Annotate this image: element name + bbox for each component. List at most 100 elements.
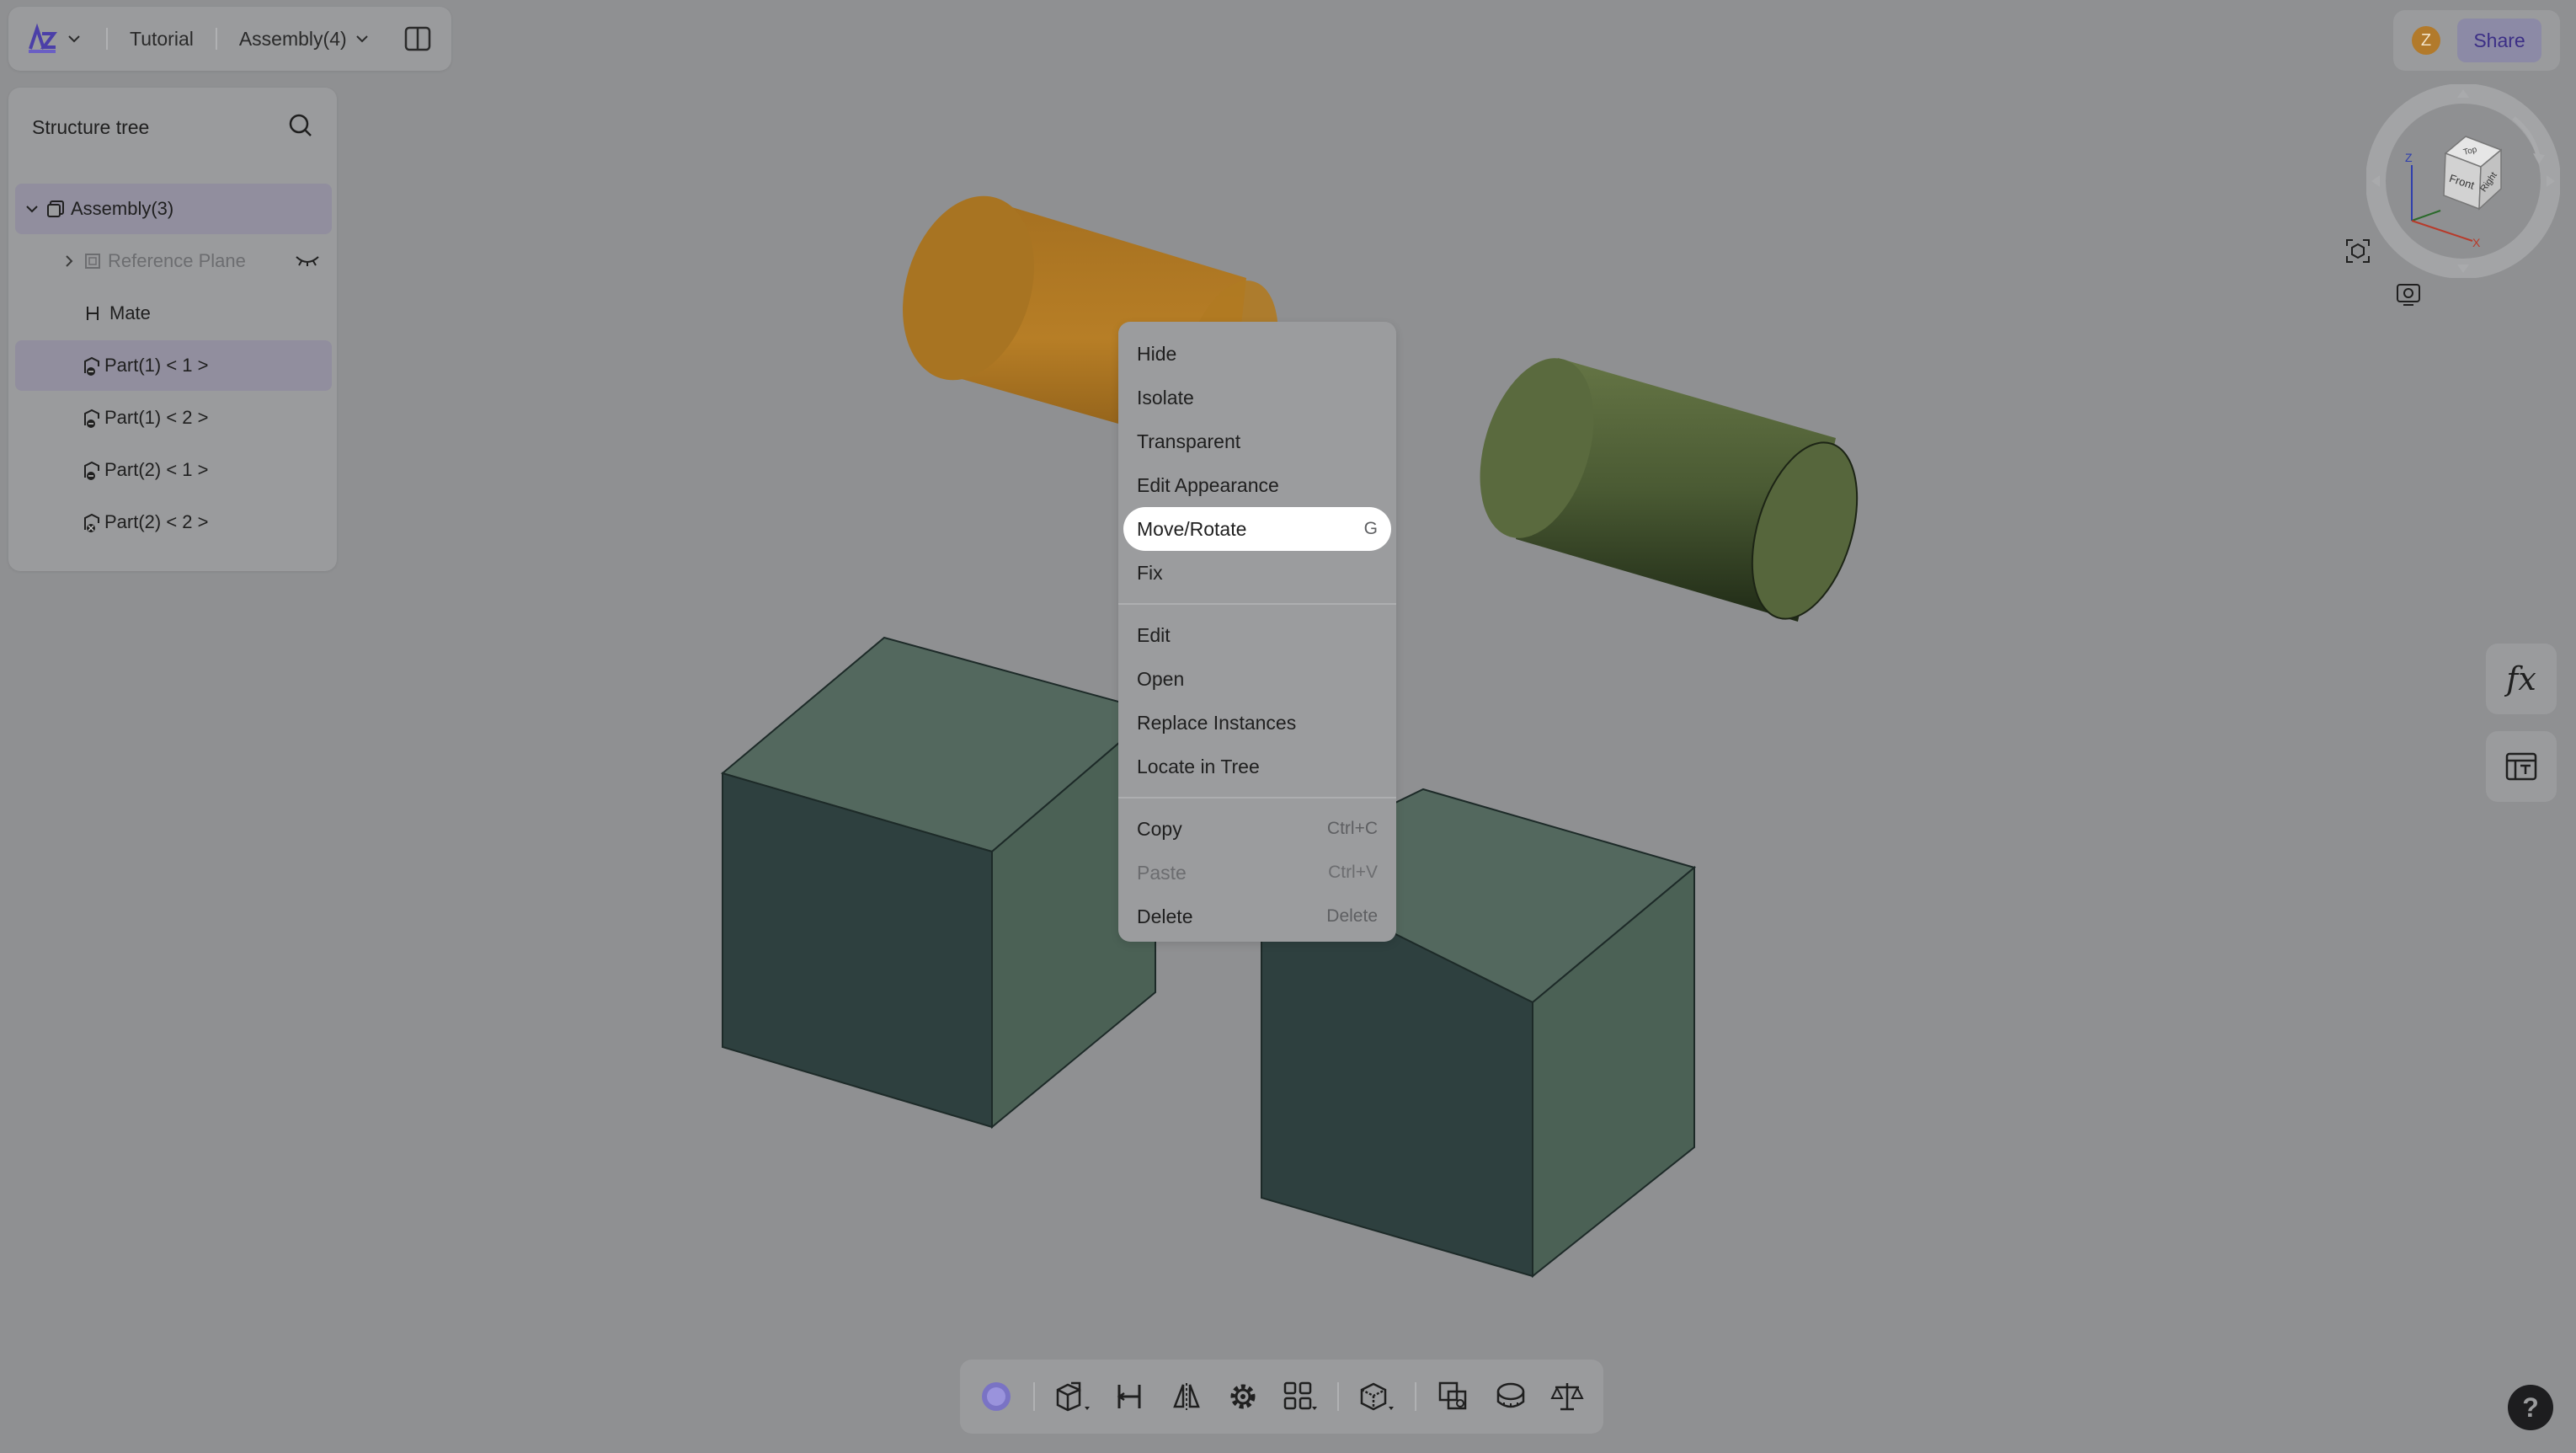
divider: [215, 28, 217, 50]
menu-item-copy[interactable]: Copy Ctrl+C: [1123, 807, 1391, 851]
display-mode-icon[interactable]: [1357, 1377, 1395, 1416]
tree-item-part1-1[interactable]: Part(1) < 1 >: [15, 340, 332, 391]
menu-item-label: Isolate: [1137, 386, 1194, 409]
gear-icon[interactable]: [1224, 1377, 1262, 1416]
menu-item-label: Replace Instances: [1137, 711, 1297, 734]
part-icon: [81, 406, 104, 430]
chevron-down-icon[interactable]: [20, 197, 44, 221]
mate-icon: [81, 302, 104, 325]
menu-item-open[interactable]: Open: [1123, 657, 1391, 701]
share-button[interactable]: Share: [2457, 19, 2541, 62]
divider: [106, 28, 108, 50]
tree-item-part1-2[interactable]: Part(1) < 2 >: [15, 393, 332, 443]
tree-item-label: Mate: [109, 302, 151, 323]
tree-item-label: Part(2) < 2 >: [104, 511, 209, 532]
mass-properties-icon[interactable]: [1549, 1377, 1587, 1416]
insert-part-icon[interactable]: [1053, 1377, 1091, 1416]
app-logo-icon[interactable]: [25, 22, 59, 56]
menu-item-shortcut: Ctrl+V: [1328, 863, 1378, 882]
table-button[interactable]: [2486, 731, 2557, 802]
avatar[interactable]: Z: [2412, 26, 2440, 55]
view-settings-icon[interactable]: [2390, 276, 2427, 313]
menu-item-label: Paste: [1137, 861, 1187, 884]
select-mode-icon[interactable]: [977, 1377, 1015, 1416]
chevron-down-icon[interactable]: [352, 29, 372, 49]
menu-divider: [1118, 797, 1396, 799]
part2-instance1-box[interactable]: [720, 636, 1158, 1130]
fit-view-icon[interactable]: [2339, 232, 2376, 270]
menu-item-label: Edit: [1137, 623, 1171, 646]
menu-item-paste[interactable]: Paste Ctrl+V: [1123, 851, 1391, 895]
menu-item-label: Locate in Tree: [1137, 755, 1260, 777]
structure-tree-panel: Structure tree Assembly(3) Reference Pla…: [8, 88, 337, 571]
axis-y: [2411, 210, 2441, 222]
menu-item-delete[interactable]: Delete Delete: [1123, 895, 1391, 938]
bottom-toolbar: [960, 1360, 1603, 1434]
menu-item-label: Hide: [1137, 342, 1177, 365]
top-navigation-bar: Tutorial Assembly(4): [8, 7, 451, 71]
panel-toggle-icon[interactable]: [401, 22, 435, 56]
menu-item-label: Open: [1137, 667, 1185, 690]
pattern-icon[interactable]: [1281, 1377, 1319, 1416]
chevron-down-icon[interactable]: [64, 29, 84, 49]
divider: [1414, 1382, 1416, 1411]
menu-item-label: Edit Appearance: [1137, 473, 1279, 496]
menu-item-edit[interactable]: Edit: [1123, 613, 1391, 657]
menu-item-edit-appearance[interactable]: Edit Appearance: [1123, 463, 1391, 507]
menu-item-label: Transparent: [1137, 430, 1241, 452]
tree-item-assembly[interactable]: Assembly(3): [15, 184, 332, 234]
menu-item-move-rotate[interactable]: Move/Rotate G: [1123, 507, 1391, 551]
reference-plane-icon: [81, 249, 104, 273]
menu-item-shortcut: Delete: [1326, 906, 1378, 926]
breadcrumb-assembly[interactable]: Assembly(4): [239, 28, 347, 51]
part1-instance2-cylinder[interactable]: [1460, 345, 1877, 632]
mirror-icon[interactable]: [1167, 1377, 1205, 1416]
search-icon[interactable]: [288, 113, 313, 142]
menu-divider: [1118, 603, 1396, 605]
table-icon: [2505, 752, 2537, 781]
eye-closed-icon[interactable]: [295, 250, 320, 272]
context-menu: Hide Isolate Transparent Edit Appearance…: [1118, 322, 1396, 942]
menu-item-locate-in-tree[interactable]: Locate in Tree: [1123, 745, 1391, 788]
help-button[interactable]: ?: [2508, 1385, 2553, 1430]
menu-item-isolate[interactable]: Isolate: [1123, 376, 1391, 419]
formula-button[interactable]: fx: [2486, 644, 2557, 714]
menu-item-label: Fix: [1137, 561, 1163, 584]
part-icon: [81, 354, 104, 377]
tree-item-label: Reference Plane: [108, 250, 246, 271]
menu-item-label: Copy: [1137, 817, 1182, 840]
chevron-right-icon[interactable]: [57, 249, 81, 273]
axis-z-label: Z: [2405, 151, 2413, 164]
tree-item-reference-plane[interactable]: Reference Plane: [15, 236, 332, 286]
tree-item-label: Assembly(3): [71, 198, 174, 219]
menu-item-hide[interactable]: Hide: [1123, 332, 1391, 376]
tree-item-label: Part(1) < 1 >: [104, 355, 209, 376]
measure-icon[interactable]: [1491, 1377, 1529, 1416]
menu-item-fix[interactable]: Fix: [1123, 551, 1391, 595]
view-cube[interactable]: Top Front Right Z X: [2366, 84, 2560, 278]
mate-tool-icon[interactable]: [1111, 1377, 1149, 1416]
tree-item-part2-1[interactable]: Part(2) < 1 >: [15, 445, 332, 495]
structure-tree-title: Structure tree: [32, 115, 150, 138]
menu-item-replace-instances[interactable]: Replace Instances: [1123, 701, 1391, 745]
breadcrumb-tutorial[interactable]: Tutorial: [130, 28, 194, 51]
part-icon: [81, 458, 104, 482]
menu-item-label: Delete: [1137, 905, 1193, 927]
axis-x-label: X: [2472, 236, 2481, 249]
menu-item-transparent[interactable]: Transparent: [1123, 419, 1391, 463]
tree-item-label: Part(2) < 1 >: [104, 459, 209, 480]
menu-item-shortcut: G: [1363, 519, 1378, 538]
axis-x: [2411, 220, 2473, 242]
part-fixed-icon: [81, 510, 104, 534]
tree-item-mate[interactable]: Mate: [15, 288, 332, 339]
share-bar: Z Share: [2393, 10, 2560, 71]
divider: [1337, 1382, 1340, 1411]
menu-item-label: Move/Rotate: [1137, 517, 1247, 540]
divider: [1033, 1382, 1036, 1411]
tree-item-part2-2[interactable]: Part(2) < 2 >: [15, 497, 332, 548]
menu-item-shortcut: Ctrl+C: [1326, 819, 1378, 838]
assembly-icon: [44, 197, 67, 221]
formula-label: fx: [2506, 660, 2536, 697]
section-view-icon[interactable]: [1435, 1377, 1473, 1416]
tree-item-label: Part(1) < 2 >: [104, 407, 209, 428]
